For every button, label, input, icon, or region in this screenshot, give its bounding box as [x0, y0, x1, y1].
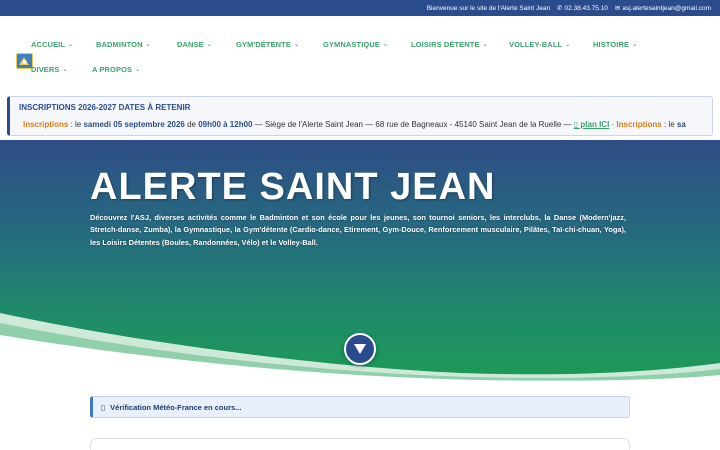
ticker-tail: sa — [676, 120, 686, 129]
ticker-text: : le — [661, 120, 677, 129]
chevron-down-icon: ⌄ — [62, 67, 68, 73]
meteo-text: Vérification Météo-France en cours... — [110, 402, 242, 412]
ticker-text: de — [184, 120, 199, 129]
nav-label: DANSE — [177, 40, 204, 49]
nav-item-danse[interactable]: DANSE ⌄ — [177, 40, 212, 49]
email-link[interactable]: ✉ asj.alertesaintjean@gmail.com — [614, 4, 711, 13]
nav-item-gym-detente[interactable]: GYM'DÉTENTE ⌄ — [236, 40, 299, 49]
nav-label: BADMINTON — [96, 40, 143, 49]
ticker-hours: 09h00 à 12h00 — [198, 120, 253, 129]
ticker-label: Inscriptions — [23, 120, 69, 129]
banner-title: INSCRIPTIONS 2026-2027 DATES À RETENIR — [19, 103, 191, 112]
info-icon: ▯ — [101, 402, 106, 412]
nav-item-volley-ball[interactable]: VOLLEY-BALL ⌄ — [509, 40, 570, 49]
nav-item-badminton[interactable]: BADMINTON ⌄ — [96, 40, 151, 49]
phone-icon: ✆ — [557, 5, 563, 12]
chevron-down-icon: ⌄ — [565, 42, 571, 48]
inscriptions-banner: INSCRIPTIONS 2026-2027 DATES À RETENIR I… — [7, 96, 713, 136]
nav-label: ACCUEIL — [31, 40, 66, 49]
chevron-down-icon: ⌄ — [68, 42, 74, 48]
scroll-down-button[interactable] — [344, 333, 376, 365]
nav-label: HISTOIRE — [593, 40, 630, 49]
chevron-down-icon: ⌄ — [482, 42, 488, 48]
chevron-down-icon: ⌄ — [382, 42, 389, 48]
hero-title: ALERTE SAINT JEAN — [90, 166, 496, 208]
nav-item-loisirs-detente[interactable]: LOISIRS DÉTENTE ⌄ — [411, 40, 488, 49]
chevron-down-icon: ⌄ — [293, 42, 300, 48]
nav-item-a-propos[interactable]: A PROPOS ⌄ — [92, 65, 140, 74]
top-bar: Bienvenue sur le site de l'Alerte Saint … — [0, 0, 720, 16]
nav-label: GYM'DÉTENTE — [236, 40, 291, 49]
phone-number: 02.38.43.75.10 — [564, 4, 608, 12]
logo-mark-icon — [19, 57, 29, 65]
ticker-date: samedi 05 septembre 2026 — [83, 120, 185, 129]
content-card — [90, 438, 630, 450]
meteo-notice: ▯ Vérification Météo-France en cours... — [90, 396, 630, 418]
nav-label: LOISIRS DÉTENTE — [411, 40, 480, 49]
plan-link[interactable]: ▯ plan ICI — [574, 120, 610, 129]
nav-label: GYMNASTIQUE — [323, 40, 380, 49]
triangle-down-icon — [354, 344, 366, 354]
envelope-icon: ✉ — [614, 5, 621, 12]
nav-label: DIVERS — [31, 65, 60, 74]
nav-item-divers[interactable]: DIVERS ⌄ — [31, 65, 68, 74]
news-ticker: Inscriptions : le samedi 05 septembre 20… — [23, 120, 713, 129]
nav-item-accueil[interactable]: ACCUEIL ⌄ — [31, 40, 73, 49]
nav-label: VOLLEY-BALL — [509, 40, 563, 49]
nav-label: A PROPOS — [92, 65, 133, 74]
phone-link[interactable]: ✆ 02.38.43.75.10 — [557, 4, 608, 13]
ticker-text: — Siège de l'Alerte Saint Jean — 68 rue … — [252, 120, 574, 129]
ticker-text: : le — [68, 120, 84, 129]
nav-item-gymnastique[interactable]: GYMNASTIQUE ⌄ — [323, 40, 388, 49]
chevron-down-icon: ⌄ — [206, 42, 212, 48]
email-address: asj.alertesaintjean@gmail.com — [622, 4, 711, 12]
welcome-text: Bienvenue sur le site de l'Alerte Saint … — [426, 4, 551, 12]
nav-item-histoire[interactable]: HISTOIRE ⌄ — [593, 40, 637, 49]
main-navigation: ACCUEIL ⌄ BADMINTON ⌄ DANSE ⌄ GYM'DÉTENTE ⌄ … — [0, 16, 720, 96]
chevron-down-icon: ⌄ — [632, 42, 638, 48]
hero-description: Découvrez l'ASJ, diverses activités comm… — [90, 213, 626, 247]
ticker-label: Inscriptions — [616, 120, 662, 129]
chevron-down-icon: ⌄ — [135, 67, 141, 73]
chevron-down-icon: ⌄ — [145, 42, 151, 48]
